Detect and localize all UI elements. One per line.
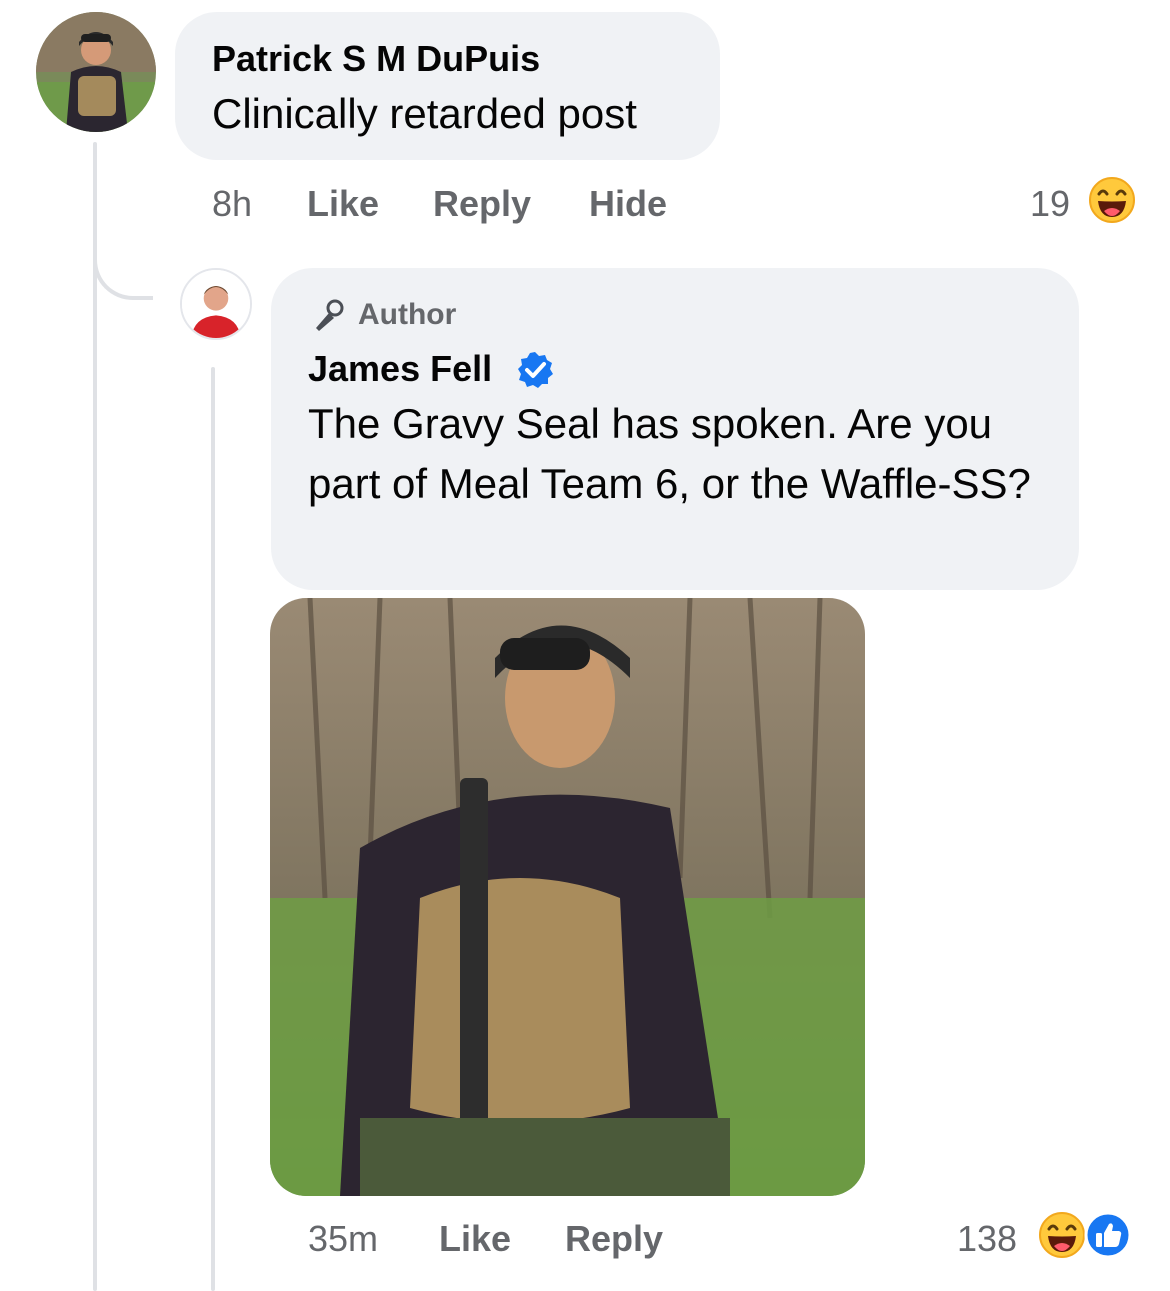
- author-badge-label: Author: [358, 298, 457, 331]
- reply-reply-button[interactable]: Reply: [565, 1218, 663, 1260]
- reply-text: The Gravy Seal has spoken. Are you part …: [308, 400, 1031, 507]
- reply-attached-photo[interactable]: [270, 598, 865, 1196]
- comment-like-button[interactable]: Like: [307, 183, 379, 225]
- avatar[interactable]: [36, 12, 156, 132]
- thread-line: [93, 142, 97, 1291]
- comment-reply-button[interactable]: Reply: [433, 183, 531, 225]
- thread-line-reply: [211, 367, 215, 1291]
- haha-icon[interactable]: [1038, 1211, 1086, 1259]
- verified-badge-icon: [515, 350, 555, 390]
- reply-like-button[interactable]: Like: [439, 1218, 511, 1260]
- comment-reaction-count[interactable]: 19: [1030, 183, 1070, 225]
- comment-timestamp[interactable]: 8h: [212, 183, 252, 225]
- author-badge: Author: [308, 295, 456, 335]
- reply-timestamp[interactable]: 35m: [308, 1218, 378, 1260]
- comment-text: Clinically retarded post: [212, 90, 637, 137]
- avatar[interactable]: [180, 268, 252, 340]
- comment-hide-button[interactable]: Hide: [589, 183, 667, 225]
- microphone-icon: [316, 299, 344, 331]
- reply-author-name[interactable]: James Fell: [308, 348, 492, 390]
- reply-reaction-count[interactable]: 138: [957, 1218, 1017, 1260]
- haha-icon[interactable]: [1088, 176, 1136, 224]
- like-icon[interactable]: [1084, 1211, 1132, 1259]
- thread-connector: [93, 240, 153, 300]
- comment-author-name[interactable]: Patrick S M DuPuis: [212, 38, 540, 80]
